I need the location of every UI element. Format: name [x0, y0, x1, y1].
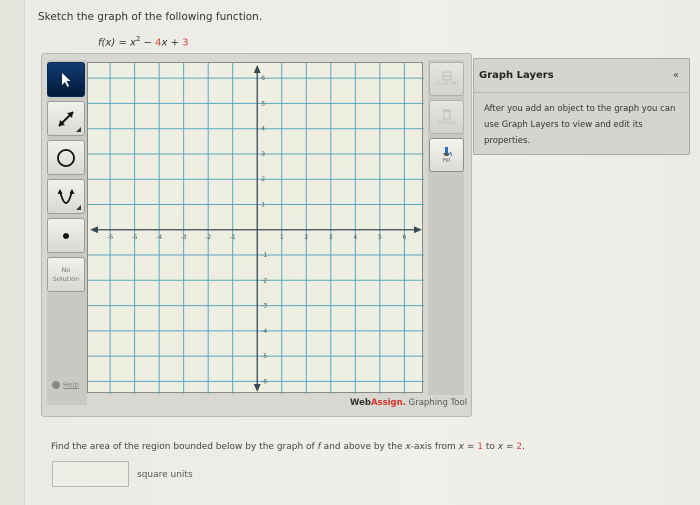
no-solution-button[interactable]: No Solution	[47, 257, 85, 292]
circle-icon	[57, 148, 75, 167]
y-tick-label: 5	[261, 100, 265, 107]
clear-all-icon	[442, 71, 451, 81]
y-tick-label: -2	[261, 277, 267, 284]
x-tick-label: 5	[378, 234, 382, 241]
point-tool-button[interactable]	[47, 218, 85, 253]
x-tick-label: 1	[280, 234, 284, 241]
collapse-icon[interactable]: «	[673, 70, 679, 81]
graph-layers-title: Graph Layers	[479, 70, 554, 81]
circle-tool-button[interactable]	[47, 140, 85, 175]
y-tick-label: -1	[261, 252, 267, 259]
submenu-corner-icon	[76, 205, 81, 210]
parabola-icon	[57, 188, 75, 204]
x-tick-label: -4	[156, 234, 162, 241]
delete-button[interactable]: Delete	[429, 100, 464, 134]
area-question: Find the area of the region bounded belo…	[51, 442, 525, 452]
x-tick-label: -6	[107, 234, 113, 241]
line-tool-button[interactable]	[47, 101, 85, 136]
y-tick-label: -5	[261, 353, 267, 360]
x-axis-arrow-right	[414, 226, 422, 234]
help-icon	[52, 381, 60, 389]
submenu-corner-icon	[76, 127, 81, 132]
y-tick-label: -4	[261, 328, 267, 335]
webassign-credit: WebAssign. Graphing Tool	[350, 398, 468, 408]
x-tick-label: -3	[181, 234, 187, 241]
graph-layers-header[interactable]: Graph Layers «	[474, 59, 689, 93]
y-tick-label: 2	[261, 176, 265, 183]
graph-layers-panel: Graph Layers « After you add an object t…	[473, 58, 690, 155]
double-arrow-line-icon	[58, 110, 74, 127]
y-tick-label: -3	[261, 303, 267, 310]
y-axis-arrow-up	[253, 65, 261, 73]
graph-layers-help-text: After you add an object to the graph you…	[484, 104, 676, 146]
fill-button[interactable]: Fill	[429, 138, 464, 172]
y-tick-label: 1	[261, 201, 265, 208]
y-tick-label: 3	[261, 151, 265, 158]
y-tick-label: 6	[261, 75, 265, 82]
paint-bucket-icon	[442, 147, 452, 157]
y-tick-label: 4	[261, 126, 265, 133]
point-dot-icon	[63, 232, 69, 239]
problem-prompt: Sketch the graph of the following functi…	[38, 11, 263, 23]
x-axis-arrow-left	[90, 226, 98, 234]
help-link[interactable]: Help	[52, 381, 79, 389]
area-answer-input[interactable]	[52, 461, 129, 487]
pointer-arrow-icon	[62, 72, 71, 87]
x-tick-label: -1	[230, 234, 236, 241]
y-axis-arrow-down	[253, 384, 261, 392]
function-definition: f(x) = x2 − 4x + 3	[98, 35, 189, 49]
clear-all-button[interactable]: Clear All	[429, 62, 464, 96]
coordinate-grid[interactable]: -6 -5 -4 -3 -2 -1 1 2 3 4 5 6 -6 -5 -4 -3 -2 -1 1 2 3 4 5 6	[88, 63, 424, 394]
units-label: square units	[137, 470, 193, 480]
parabola-tool-button[interactable]	[47, 179, 85, 214]
x-tick-label: 4	[353, 234, 357, 241]
x-tick-label: 6	[402, 234, 406, 241]
graph-canvas[interactable]: -6 -5 -4 -3 -2 -1 1 2 3 4 5 6 -6 -5 -4 -3 -2 -1 1 2 3 4 5 6	[87, 62, 424, 394]
trash-icon	[442, 109, 451, 120]
x-tick-label: -5	[132, 234, 138, 241]
x-tick-label: 3	[329, 234, 333, 241]
x-tick-label: 2	[304, 234, 308, 241]
select-tool-button[interactable]	[47, 62, 85, 97]
x-tick-label: -2	[205, 234, 211, 241]
y-tick-label: -6	[261, 378, 267, 385]
